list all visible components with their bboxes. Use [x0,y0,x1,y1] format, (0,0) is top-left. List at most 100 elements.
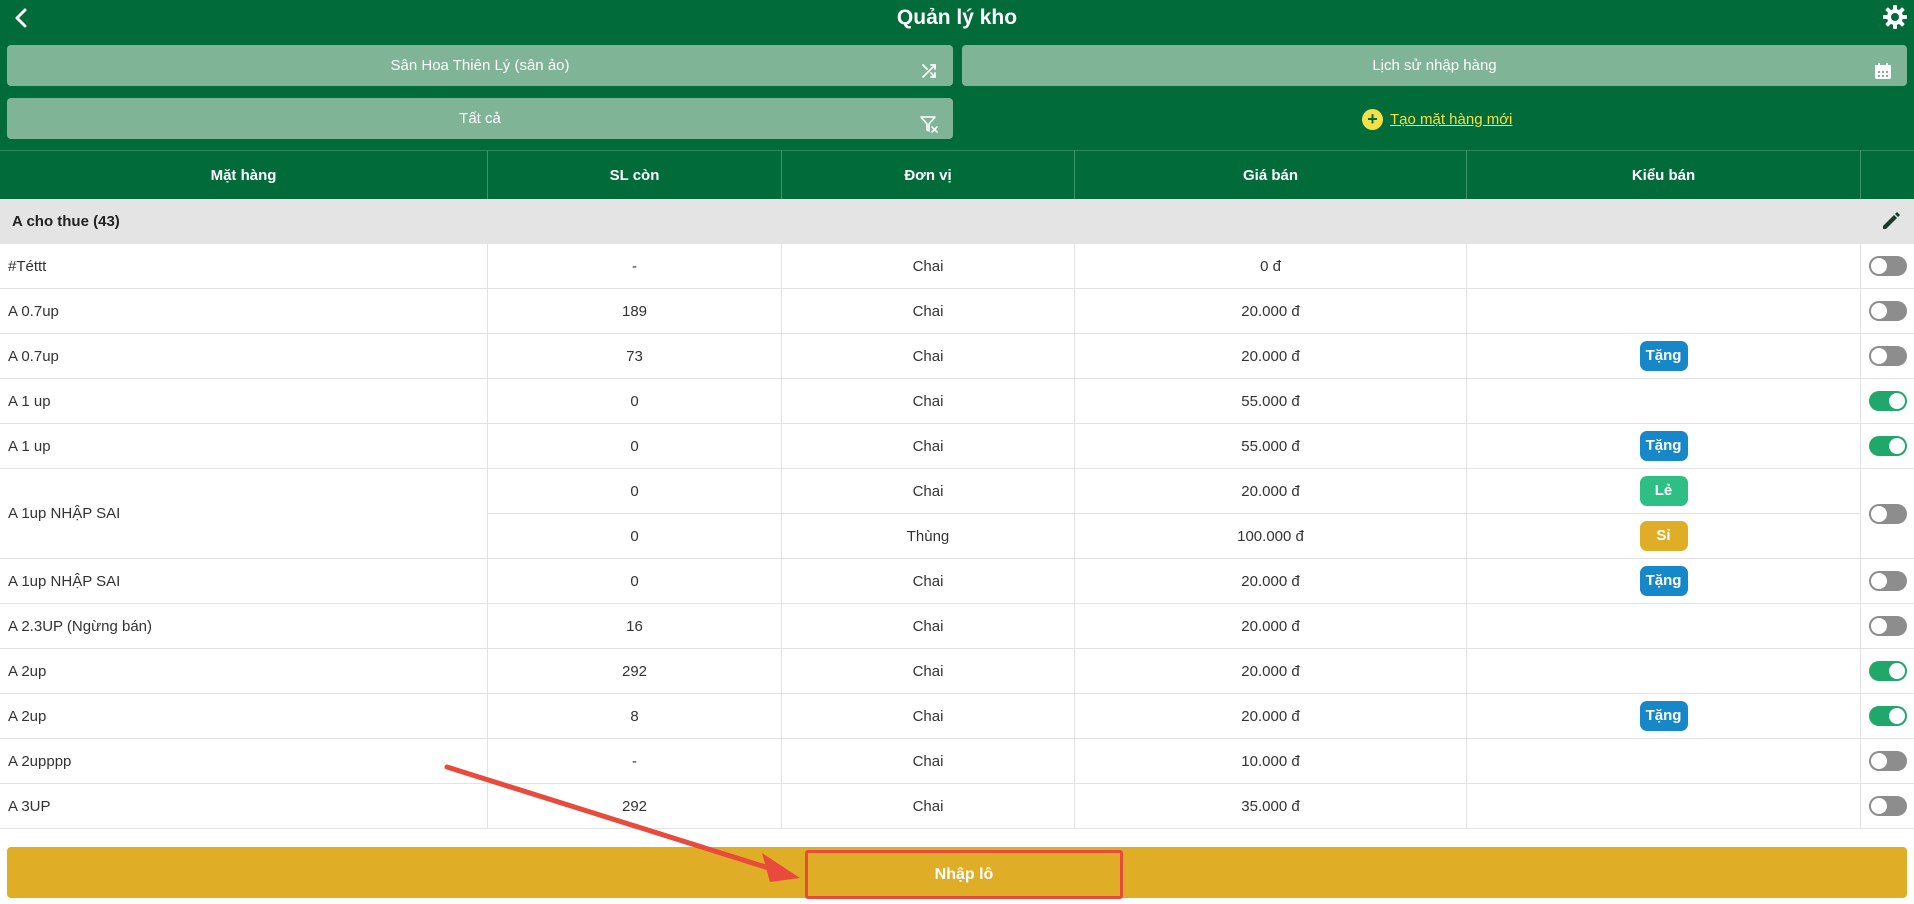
unit-cell-text: Chai [912,662,944,680]
calendar-icon [1873,56,1893,79]
qty-cell: 0 [488,379,782,424]
price-cell-text: 55.000 đ [1241,392,1300,410]
unit-cell: Chai [782,604,1075,649]
toggle-cell [1861,604,1914,649]
qty-cell: 189 [488,289,782,334]
qty-cell-text: 0 [630,392,639,410]
category-filter-button[interactable]: Tất cả [7,98,953,139]
unit-cell-text: Thùng [906,527,950,545]
toggle-knob [1870,505,1887,522]
toggle-knob [1888,393,1905,409]
unit-cell: Chai [782,649,1075,694]
price-cell: 20.000 đ [1075,289,1467,334]
gear-icon[interactable] [1882,4,1908,30]
toggle-cell [1861,559,1914,604]
toggle-knob [1870,753,1887,769]
item-name-cell: A 0.7up [0,334,488,379]
sale-type-cell: Tặng [1467,424,1861,469]
price-cell-text: 20.000 đ [1241,572,1300,590]
price-cell: 10.000 đ [1075,739,1467,784]
item-name-cell-text: A 2up [8,662,47,680]
toggle-cell [1861,694,1914,739]
sale-type-cell [1467,289,1861,334]
unit-cell-text: Chai [912,392,944,410]
qty-cell-text: 292 [621,662,648,680]
item-name-cell-text: A 1up NHẬP SAI [8,572,121,590]
item-name-cell-text: A 1 up [8,392,51,410]
toggle-cell [1861,244,1914,289]
item-name-cell: A 2up [0,649,488,694]
unit-cell: Chai [782,379,1075,424]
toggle-knob [1888,438,1905,454]
create-item-link[interactable]: + Tạo mặt hàng mới [1362,108,1512,130]
sale-type-badge: Lẻ [1639,476,1688,506]
active-toggle[interactable] [1868,436,1907,456]
qty-cell: 0 [488,469,782,514]
active-toggle[interactable] [1868,616,1907,636]
item-name-cell-text: A 2up [8,707,47,725]
sale-type-cell: Tặng [1467,334,1861,379]
price-cell: 100.000 đ [1075,514,1467,559]
qty-cell: 73 [488,334,782,379]
item-table-body: #Téttt - Chai 0 đ A 0.7up 189 Chai 20.000 đ A 0.… [0,244,1914,832]
column-header-qty: SL còn [488,151,782,200]
sale-type-badge: Tặng [1639,431,1688,461]
page-title: Quản lý kho [896,6,1018,29]
item-name-cell: A 3UP [0,784,488,829]
qty-cell: 0 [488,559,782,604]
active-toggle[interactable] [1868,796,1907,816]
active-toggle[interactable] [1868,391,1907,411]
item-name-cell: A 0.7up [0,289,488,334]
sale-type-badge: Sỉ [1639,521,1688,551]
qty-cell: - [488,739,782,784]
unit-cell: Chai [782,694,1075,739]
price-cell-text: 20.000 đ [1241,482,1300,500]
toggle-knob [1870,798,1887,814]
item-name-cell-text: A 2.3UP (Ngừng bán) [8,617,153,635]
qty-cell: 292 [488,649,782,694]
price-cell-text: 55.000 đ [1241,437,1300,455]
toggle-cell [1861,739,1914,784]
store-select-button[interactable]: Sân Hoa Thiên Lý (sân ảo) [7,45,953,86]
sale-type-cell: Sỉ [1467,514,1861,559]
qty-cell-text: 0 [630,527,639,545]
active-toggle[interactable] [1868,503,1907,524]
create-item-label: Tạo mặt hàng mới [1390,110,1513,128]
price-cell: 20.000 đ [1075,694,1467,739]
price-cell-text: 20.000 đ [1241,707,1300,725]
qty-cell: - [488,244,782,289]
toggle-knob [1888,663,1905,679]
price-cell: 55.000 đ [1075,424,1467,469]
price-cell: 20.000 đ [1075,559,1467,604]
unit-cell-text: Chai [912,257,944,275]
qty-cell: 0 [488,424,782,469]
toggle-cell [1861,784,1914,829]
price-cell: 20.000 đ [1075,649,1467,694]
active-toggle[interactable] [1868,256,1907,276]
toggle-cell [1861,649,1914,694]
sale-type-cell [1467,604,1861,649]
toggle-knob [1888,708,1905,724]
qty-cell: 16 [488,604,782,649]
sale-type-badge: Tặng [1639,566,1688,596]
active-toggle[interactable] [1868,346,1907,366]
price-cell-text: 0 đ [1260,257,1281,275]
active-toggle[interactable] [1868,751,1907,771]
import-history-button[interactable]: Lịch sử nhập hàng [962,45,1907,86]
toggle-cell [1861,469,1914,559]
table-header: Mặt hàng SL còn Đơn vị Giá bán Kiểu bán [0,150,1914,200]
price-cell-text: 10.000 đ [1241,752,1300,770]
sale-type-badge: Tặng [1639,701,1688,731]
active-toggle[interactable] [1868,571,1907,591]
toggle-knob [1870,573,1887,589]
active-toggle[interactable] [1868,301,1907,321]
pencil-icon[interactable] [1880,210,1902,232]
active-toggle[interactable] [1868,661,1907,681]
active-toggle[interactable] [1868,706,1907,726]
unit-cell-text: Chai [912,302,944,320]
qty-cell-text: 0 [630,482,639,500]
unit-cell: Chai [782,784,1075,829]
qty-cell-text: 189 [621,302,648,320]
import-batch-button[interactable]: Nhập lô [805,850,1123,899]
item-name-cell-text: A 1up NHẬP SAI [8,505,121,522]
